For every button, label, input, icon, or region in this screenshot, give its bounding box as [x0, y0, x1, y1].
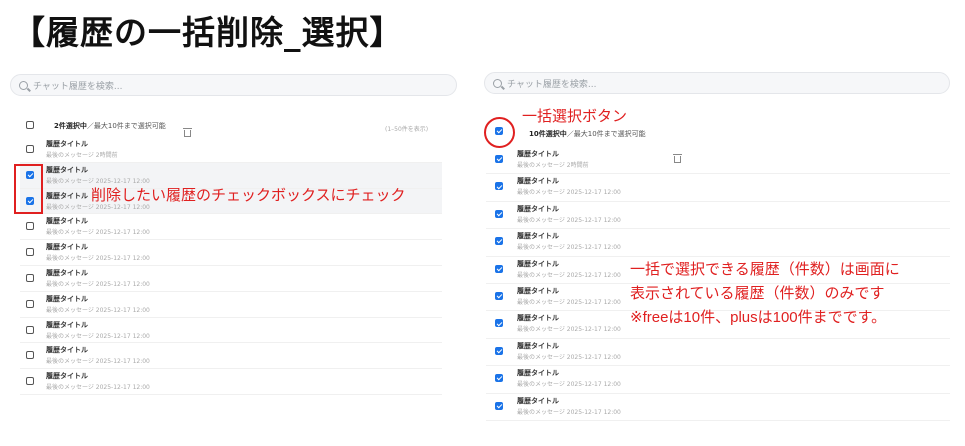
row-checkbox[interactable] — [26, 299, 34, 308]
selected-count: 10件選択中 — [529, 130, 567, 138]
select-all-checkbox[interactable] — [495, 127, 503, 135]
history-row[interactable]: 履歴タイトル最後のメッセージ 2025-12-17 12:00 — [20, 369, 442, 395]
row-checkbox[interactable] — [495, 319, 503, 328]
row-checkbox[interactable] — [495, 401, 503, 410]
history-subtitle: 最後のメッセージ 2時間前 — [46, 152, 118, 159]
row-checkbox[interactable] — [495, 346, 503, 355]
search-placeholder: チャット履歴を検索... — [33, 81, 123, 92]
search-icon — [493, 78, 502, 88]
history-subtitle: 最後のメッセージ 2025-12-17 12:00 — [46, 255, 150, 263]
history-row[interactable]: 履歴タイトル最後のメッセージ 2025-12-17 12:00 — [486, 366, 950, 394]
history-row[interactable]: 履歴タイトル最後のメッセージ 2025-12-17 12:00 — [20, 318, 442, 344]
selection-toolbar: 2件選択中 ／最大10件まで選択可能 — [54, 121, 166, 131]
history-row[interactable]: 履歴タイトル最後のメッセージ 2025-12-17 12:00 — [20, 240, 442, 266]
history-title: 履歴タイトル — [46, 320, 88, 329]
annotation-checkbox: 削除したい履歴のチェックボックスにチェック — [91, 187, 406, 204]
history-subtitle: 最後のメッセージ 2025-12-17 12:00 — [517, 353, 621, 361]
history-subtitle: 最後のメッセージ 2025-12-17 12:00 — [46, 332, 150, 340]
history-subtitle: 最後のメッセージ 2025-12-17 12:00 — [517, 244, 621, 252]
note-line: 一括で選択できる履歴（件数）は画面に — [630, 261, 900, 278]
history-subtitle: 最後のメッセージ 2025-12-17 12:00 — [46, 281, 150, 288]
row-checkbox[interactable] — [495, 237, 503, 246]
history-title: 履歴タイトル — [517, 314, 559, 323]
history-title: 履歴タイトル — [46, 346, 88, 355]
history-title: 履歴タイトル — [517, 341, 559, 350]
history-row[interactable]: 履歴タイトル最後のメッセージ 2時間前 — [486, 147, 950, 175]
history-row[interactable]: 履歴タイトル最後のメッセージ 2025-12-17 12:00 — [486, 202, 950, 230]
history-title: 履歴タイトル — [517, 259, 559, 268]
history-row[interactable]: 履歴タイトル最後のメッセージ 2025-12-17 12:00 — [20, 343, 442, 370]
history-row[interactable]: 履歴タイトル最後のメッセージ 2025-12-17 12:00 — [486, 339, 950, 367]
history-row[interactable]: 履歴タイトル最後のメッセージ 2025-12-17 12:00 — [486, 394, 950, 421]
row-checkbox[interactable] — [495, 155, 503, 163]
selection-limit: ／最大10件まで選択可能 — [566, 130, 646, 138]
row-checkbox[interactable] — [26, 274, 34, 282]
row-checkbox[interactable] — [26, 351, 34, 360]
note-line: ※freeは10件、plusは100件までです。 — [630, 309, 887, 326]
highlight-box — [14, 164, 43, 214]
row-checkbox[interactable] — [26, 325, 34, 334]
history-subtitle: 最後のメッセージ 2025-12-17 12:00 — [517, 408, 621, 416]
annotation-note: 一括で選択できる履歴（件数）は画面に 表示されている履歴（件数）のみです ※fr… — [630, 258, 900, 330]
history-subtitle: 最後のメッセージ 2025-12-17 12:00 — [517, 299, 621, 306]
history-title: 履歴タイトル — [517, 369, 559, 378]
selection-toolbar: 10件選択中 ／最大10件まで選択可能 — [529, 129, 646, 139]
note-line: 表示されている履歴（件数）のみです — [630, 285, 885, 302]
search-input[interactable]: チャット履歴を検索... — [10, 74, 457, 96]
annotation-select-all: 一括選択ボタン — [522, 108, 628, 125]
history-subtitle: 最後のメッセージ 2025-12-17 12:00 — [517, 216, 621, 224]
page-title: 【履歴の一括削除_選択】 — [12, 13, 404, 52]
row-checkbox[interactable] — [26, 145, 34, 153]
history-subtitle: 最後のメッセージ 2025-12-17 12:00 — [46, 384, 150, 392]
selected-count: 2件選択中 — [54, 122, 87, 130]
selection-limit: ／最大10件まで選択可能 — [86, 122, 166, 130]
history-subtitle: 最後のメッセージ 2025-12-17 12:00 — [517, 381, 621, 389]
history-title: 履歴タイトル — [517, 396, 559, 405]
row-checkbox[interactable] — [495, 292, 503, 300]
history-title: 履歴タイトル — [46, 217, 88, 226]
history-row[interactable]: 履歴タイトル最後のメッセージ 2025-12-17 12:00 — [20, 292, 442, 318]
row-checkbox[interactable] — [495, 264, 503, 273]
history-subtitle: 最後のメッセージ 2025-12-17 12:00 — [46, 306, 150, 314]
history-title: 履歴タイトル — [46, 269, 88, 277]
row-checkbox[interactable] — [26, 248, 34, 257]
trash-icon[interactable] — [183, 128, 192, 137]
history-row[interactable]: 履歴タイトル最後のメッセージ 2時間前 — [20, 137, 442, 163]
history-title: 履歴タイトル — [46, 372, 88, 381]
history-title: 履歴タイトル — [46, 165, 88, 174]
history-title: 履歴タイトル — [517, 287, 559, 295]
row-checkbox[interactable] — [26, 222, 34, 231]
history-subtitle: 最後のメッセージ 2025-12-17 12:00 — [46, 229, 150, 237]
history-title: 履歴タイトル — [46, 140, 88, 148]
history-subtitle: 最後のメッセージ 2時間前 — [517, 162, 589, 169]
history-title: 履歴タイトル — [517, 150, 559, 158]
history-row[interactable]: 履歴タイトル最後のメッセージ 2025-12-17 12:00 — [20, 266, 442, 292]
history-subtitle: 最後のメッセージ 2025-12-17 12:00 — [46, 358, 150, 366]
history-row[interactable]: 履歴タイトル最後のメッセージ 2025-12-17 12:00 — [486, 174, 950, 202]
search-input[interactable]: チャット履歴を検索... — [484, 72, 950, 94]
history-subtitle: 最後のメッセージ 2025-12-17 12:00 — [517, 271, 621, 279]
row-checkbox[interactable] — [495, 374, 503, 383]
history-title: 履歴タイトル — [46, 243, 88, 252]
select-all-checkbox[interactable] — [26, 121, 34, 129]
history-title: 履歴タイトル — [517, 204, 559, 213]
row-checkbox[interactable] — [495, 182, 503, 191]
row-checkbox[interactable] — [26, 377, 34, 386]
history-row[interactable]: 履歴タイトル最後のメッセージ 2025-12-17 12:00 — [486, 229, 950, 257]
history-title: 履歴タイトル — [517, 232, 559, 241]
history-row[interactable]: 履歴タイトル最後のメッセージ 2025-12-17 12:00 — [20, 214, 442, 241]
search-placeholder: チャット履歴を検索... — [507, 79, 597, 90]
history-title: 履歴タイトル — [46, 191, 88, 200]
history-title: 履歴タイトル — [517, 177, 559, 186]
row-checkbox[interactable] — [495, 209, 503, 218]
range-label: (1–50件を表示) — [385, 126, 429, 133]
history-title: 履歴タイトル — [46, 294, 88, 303]
history-subtitle: 最後のメッセージ 2025-12-17 12:00 — [517, 326, 621, 334]
search-icon — [19, 80, 28, 90]
history-subtitle: 最後のメッセージ 2025-12-17 12:00 — [517, 189, 621, 197]
